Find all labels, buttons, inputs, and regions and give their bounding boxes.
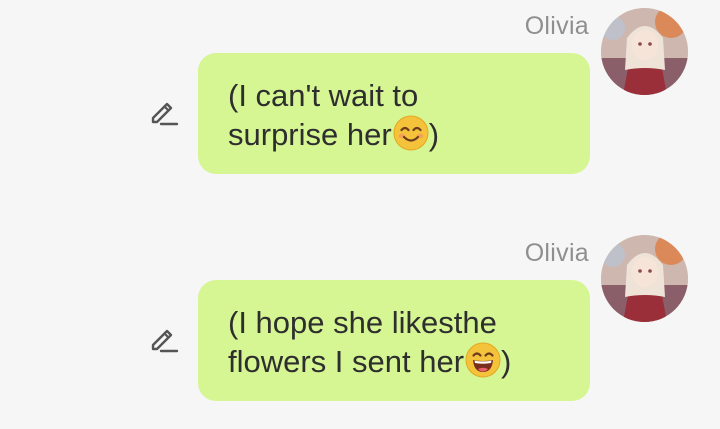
- message-bubble[interactable]: (I hope she likesthe flowers I sent her …: [198, 280, 590, 401]
- pencil-icon[interactable]: [147, 325, 179, 357]
- smiling-face-with-smiling-eyes-icon: [393, 115, 429, 151]
- chat-message: Olivia (I hope she likesthe flowers I se…: [0, 227, 720, 427]
- message-line: flowers I sent her ): [228, 342, 570, 381]
- message-line: (I hope she likesthe: [228, 305, 497, 340]
- message-text: flowers I sent her: [228, 344, 465, 379]
- message-text: ): [501, 344, 512, 379]
- chat-view: Olivia (I can't wait to surprise her) O…: [0, 0, 720, 429]
- sender-name: Olivia: [524, 239, 589, 267]
- grinning-face-with-smiling-eyes-icon: [465, 342, 501, 378]
- message-line: surprise her ): [228, 115, 570, 154]
- message-text: surprise her: [228, 117, 392, 152]
- message-bubble[interactable]: (I can't wait to surprise her ): [198, 53, 590, 174]
- chat-message: Olivia (I can't wait to surprise her): [0, 0, 720, 200]
- message-text: ): [428, 117, 440, 152]
- sender-name: Olivia: [524, 12, 589, 40]
- avatar[interactable]: [601, 235, 688, 322]
- message-line: (I can't wait to: [228, 78, 419, 113]
- pencil-icon[interactable]: [147, 98, 179, 130]
- avatar[interactable]: [601, 8, 688, 95]
